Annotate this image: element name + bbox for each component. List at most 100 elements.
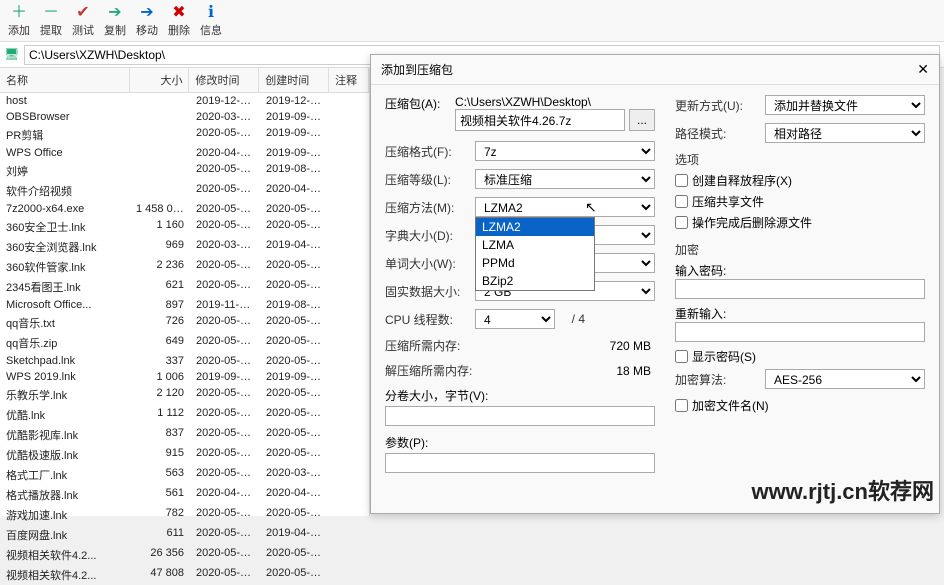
col-note[interactable]: 注释 <box>329 68 369 92</box>
x-icon: ✖ <box>172 4 185 22</box>
dialog-title: 添加到压缩包 <box>381 61 453 78</box>
params-input[interactable] <box>385 453 655 473</box>
mem-decompress-label: 解压缩所需内存: <box>385 362 515 379</box>
check-icon: ✔ <box>76 4 89 22</box>
table-row[interactable]: 360软件管家.lnk2 2362020-05-1...2020-05-1... <box>0 257 369 277</box>
method-option-bzip2[interactable]: BZip2 <box>476 272 594 290</box>
table-row[interactable]: 优酷.lnk1 1122020-05-1...2020-05-1... <box>0 405 369 425</box>
toolbar-info[interactable]: ℹ信息 <box>196 2 226 39</box>
table-row[interactable]: 游戏加速.lnk7822020-05-1...2020-05-1... <box>0 505 369 525</box>
table-row[interactable]: 视频相关软件4.2...47 8082020-05-1...2020-05-1.… <box>0 565 369 585</box>
threads-label: CPU 线程数: <box>385 311 475 328</box>
toolbar-add[interactable]: ＋添加 <box>4 2 34 39</box>
table-row[interactable]: Sketchpad.lnk3372020-05-1...2020-05-1... <box>0 353 369 369</box>
solid-label: 固实数据大小: <box>385 283 475 300</box>
table-row[interactable]: 优酷极速版.lnk9152020-05-1...2020-05-1... <box>0 445 369 465</box>
method-option-lzma[interactable]: LZMA <box>476 236 594 254</box>
password-input[interactable] <box>675 279 925 299</box>
info-icon: ℹ <box>208 4 214 22</box>
delete-checkbox[interactable] <box>675 216 688 229</box>
update-label: 更新方式(U): <box>675 97 765 114</box>
table-row[interactable]: 360安全卫士.lnk1 1602020-05-1...2020-05-1... <box>0 217 369 237</box>
table-row[interactable]: qq音乐.txt7262020-05-1...2020-05-1... <box>0 313 369 333</box>
share-checkbox[interactable] <box>675 195 688 208</box>
col-mtime[interactable]: 修改时间 <box>189 68 259 92</box>
table-row[interactable]: 格式工厂.lnk5632020-05-1...2020-03-1... <box>0 465 369 485</box>
mem-decompress-value: 18 MB <box>515 364 655 378</box>
archive-label: 压缩包(A): <box>385 95 455 112</box>
table-row[interactable]: 乐教乐学.lnk2 1202020-05-1...2020-05-1... <box>0 385 369 405</box>
toolbar-delete[interactable]: ✖删除 <box>164 2 194 39</box>
method-label: 压缩方法(M): <box>385 199 475 216</box>
table-row[interactable]: 优酷影视库.lnk8372020-05-1...2020-05-1... <box>0 425 369 445</box>
method-dropdown: LZMA2 LZMA PPMd BZip2 <box>475 217 595 291</box>
pw-label: 输入密码: <box>675 262 925 279</box>
table-row[interactable]: 视频相关软件4.2...26 3562020-05-1...2020-05-1.… <box>0 545 369 565</box>
table-row[interactable]: Microsoft Office...8972019-11-1...2019-0… <box>0 297 369 313</box>
toolbar: ＋添加 －提取 ✔测试 ➔复制 ➔移动 ✖删除 ℹ信息 <box>0 0 944 42</box>
level-label: 压缩等级(L): <box>385 171 475 188</box>
table-row[interactable]: 2345看图王.lnk6212020-05-1...2020-05-1... <box>0 277 369 297</box>
table-row[interactable]: qq音乐.zip6492020-05-2...2020-05-2... <box>0 333 369 353</box>
col-ctime[interactable]: 创建时间 <box>259 68 329 92</box>
showpw-label: 显示密码(S) <box>692 348 756 365</box>
browse-button[interactable]: ... <box>629 109 655 131</box>
format-label: 压缩格式(F): <box>385 143 475 160</box>
table-row[interactable]: 格式播放器.lnk5612020-04-2...2020-04-2... <box>0 485 369 505</box>
pathmode-select[interactable]: 相对路径 <box>765 123 925 143</box>
table-row[interactable]: 360安全浏览器.lnk9692020-03-1...2019-04-1... <box>0 237 369 257</box>
minus-icon: － <box>43 4 59 22</box>
archive-name-input[interactable] <box>455 109 625 131</box>
encmethod-select[interactable]: AES-256 <box>765 369 925 389</box>
toolbar-move[interactable]: ➔移动 <box>132 2 162 39</box>
table-row[interactable]: WPS Office2020-04-0...2019-09-1... <box>0 145 369 161</box>
computer-icon: 🖥 <box>4 47 20 63</box>
mem-compress-value: 720 MB <box>515 339 655 353</box>
toolbar-test[interactable]: ✔测试 <box>68 2 98 39</box>
mem-compress-label: 压缩所需内存: <box>385 337 515 354</box>
table-row[interactable]: PR剪辑2020-05-1...2019-09-2... <box>0 125 369 145</box>
table-row[interactable]: 软件介绍视频2020-05-1...2020-04-2... <box>0 181 369 201</box>
pathmode-label: 路径模式: <box>675 125 765 142</box>
threads-total: / 4 <box>555 312 585 326</box>
toolbar-extract[interactable]: －提取 <box>36 2 66 39</box>
table-row[interactable]: 百度网盘.lnk6112020-05-1...2019-04-2... <box>0 525 369 545</box>
watermark: www.rjtj.cn软荐网 <box>751 474 934 506</box>
table-row[interactable]: OBSBrowser2020-03-1...2019-09-2... <box>0 109 369 125</box>
split-input[interactable] <box>385 406 655 426</box>
table-row[interactable]: host2019-12-3...2019-12-3... <box>0 93 369 109</box>
table-row[interactable]: 刘婷2020-05-1...2019-08-0... <box>0 161 369 181</box>
table-row[interactable]: 7z2000-x64.exe1 458 0952020-05-2...2020-… <box>0 201 369 217</box>
showpw-checkbox[interactable] <box>675 350 688 363</box>
delete-label: 操作完成后删除源文件 <box>692 214 812 231</box>
encmethod-label: 加密算法: <box>675 371 765 388</box>
update-select[interactable]: 添加并替换文件 <box>765 95 925 115</box>
toolbar-copy[interactable]: ➔复制 <box>100 2 130 39</box>
col-size[interactable]: 大小 <box>130 68 190 92</box>
file-list: 名称 大小 修改时间 创建时间 注释 host2019-12-3...2019-… <box>0 68 370 516</box>
method-option-lzma2[interactable]: LZMA2 <box>476 218 594 236</box>
threads-select[interactable]: 4 <box>475 309 555 329</box>
word-label: 单词大小(W): <box>385 255 475 272</box>
options-title: 选项 <box>675 151 925 168</box>
add-to-archive-dialog: 添加到压缩包 ✕ 压缩包(A): C:\Users\XZWH\Desktop\ … <box>370 54 940 514</box>
method-option-ppmd[interactable]: PPMd <box>476 254 594 272</box>
share-label: 压缩共享文件 <box>692 193 764 210</box>
table-row[interactable]: WPS 2019.lnk1 0062019-09-1...2019-09-1..… <box>0 369 369 385</box>
encnames-checkbox[interactable] <box>675 399 688 412</box>
password2-input[interactable] <box>675 322 925 342</box>
params-label: 参数(P): <box>385 434 655 451</box>
archive-folder-path: C:\Users\XZWH\Desktop\ <box>455 95 655 109</box>
col-name[interactable]: 名称 <box>0 68 130 92</box>
method-select[interactable]: LZMA2 <box>475 197 655 217</box>
encrypt-title: 加密 <box>675 241 925 258</box>
sfx-label: 创建自释放程序(X) <box>692 172 792 189</box>
format-select[interactable]: 7z <box>475 141 655 161</box>
arrow-right-icon: ➔ <box>108 4 121 22</box>
sfx-checkbox[interactable] <box>675 174 688 187</box>
level-select[interactable]: 标准压缩 <box>475 169 655 189</box>
close-icon[interactable]: ✕ <box>917 61 929 78</box>
plus-icon: ＋ <box>11 4 27 22</box>
arrow-right-blue-icon: ➔ <box>140 4 153 22</box>
split-label: 分卷大小，字节(V): <box>385 387 655 404</box>
